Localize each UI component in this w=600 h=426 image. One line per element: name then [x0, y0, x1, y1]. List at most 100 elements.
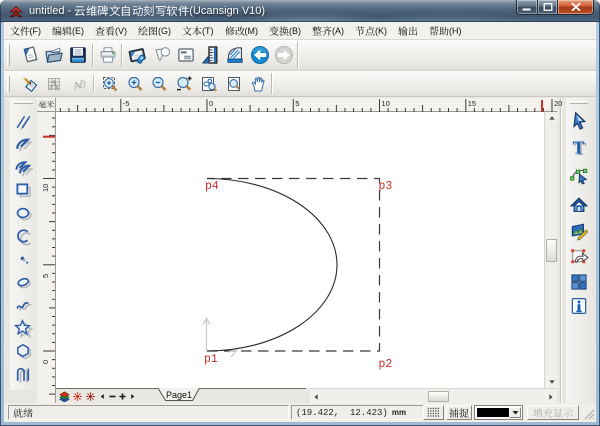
page-tab-label[interactable]: Page1	[159, 390, 199, 400]
add-page-button[interactable]	[117, 390, 127, 403]
arc-start-tool-button[interactable]	[12, 133, 36, 155]
ellipse-tool-button[interactable]	[12, 202, 36, 224]
menu-shortcut: (G)	[158, 26, 171, 36]
menu-整齐[interactable]: (A)	[307, 23, 350, 39]
grid-toggle-button[interactable]	[423, 405, 444, 420]
horizontal-scrollbar[interactable]	[310, 388, 557, 403]
arc-curve[interactable]	[207, 179, 337, 352]
text-tool-button[interactable]: TT	[567, 137, 591, 159]
zoom-in-button[interactable]	[124, 73, 146, 95]
oblique-ellipse-tool-button[interactable]	[12, 271, 36, 293]
maximize-button[interactable]	[537, 0, 558, 15]
zoom-out-button[interactable]	[148, 73, 170, 95]
dimension-label-button[interactable]	[175, 44, 197, 66]
scroll-right-button[interactable]	[545, 390, 557, 403]
ruler-tool-button[interactable]	[200, 44, 222, 66]
polygon-tool-button[interactable]	[12, 340, 36, 362]
v-scroll-thumb[interactable]	[546, 239, 557, 262]
remove-page-icon-icon	[108, 392, 117, 401]
sun-dark-button[interactable]	[84, 390, 97, 403]
remove-page-button[interactable]	[107, 390, 117, 403]
toolbar-grip[interactable]	[7, 75, 10, 92]
save-floppy-button[interactable]	[67, 44, 89, 66]
menu-输出[interactable]	[393, 23, 424, 39]
point-tool-button[interactable]	[12, 248, 36, 270]
toolbar-grip[interactable]	[570, 101, 588, 104]
node-edit-tool-button[interactable]	[567, 164, 591, 186]
menu-shortcut: (T)	[202, 26, 214, 36]
zoom-page-button[interactable]	[223, 73, 245, 95]
multi-arc-tool-button[interactable]	[12, 156, 36, 178]
menu-修改[interactable]: (M)	[219, 23, 264, 39]
vertical-scrollbar[interactable]	[544, 112, 557, 388]
scroll-down-button[interactable]	[545, 376, 558, 388]
rotate-text-button[interactable]: AB	[68, 73, 90, 95]
snap-button[interactable]	[446, 405, 472, 420]
grid-text-button[interactable]: A	[43, 73, 65, 95]
arc-tool-button[interactable]	[12, 225, 36, 247]
toolbar-grip[interactable]	[14, 101, 33, 104]
line-color-dropdown[interactable]	[474, 405, 523, 420]
menu-编辑[interactable]: (E)	[47, 23, 90, 39]
image-edit-button[interactable]	[567, 220, 591, 242]
pan-hand-button[interactable]	[247, 73, 269, 95]
back-arrow-button[interactable]	[249, 44, 271, 66]
resize-grip[interactable]	[583, 408, 595, 420]
zoom-marquee-button[interactable]	[99, 73, 121, 95]
arrow-left-icon	[314, 394, 318, 400]
zoom-balloon-button[interactable]	[151, 44, 173, 66]
sun-red-button[interactable]	[71, 390, 84, 403]
next-page-button[interactable]	[127, 390, 137, 403]
prev-page-button[interactable]	[97, 390, 107, 403]
menu-变换[interactable]: (B)	[264, 23, 307, 39]
drawing-canvas[interactable]: p1p2p3p4	[56, 112, 544, 388]
grid-icon-icon	[426, 405, 441, 420]
new-document-button[interactable]	[20, 44, 42, 66]
layers-button[interactable]	[58, 390, 71, 403]
zoom-minus-plus-button[interactable]	[173, 73, 195, 95]
minimize-button[interactable]	[516, 0, 538, 15]
menu-文件[interactable]: (F)	[4, 23, 47, 39]
close-button[interactable]	[557, 0, 594, 15]
protractor-tool-button[interactable]	[224, 44, 246, 66]
oblique-ellipse-tool-icon	[14, 273, 33, 292]
select-tool-button[interactable]	[567, 110, 591, 132]
grid-text-icon: A	[45, 75, 63, 93]
home-view-button[interactable]	[567, 194, 591, 216]
cjk-text	[10, 26, 30, 36]
line-tool-button[interactable]	[12, 110, 36, 132]
menu-绘图[interactable]: (G)	[133, 23, 177, 39]
layers-icon-icon	[59, 391, 70, 402]
menu-文本[interactable]: (T)	[177, 23, 220, 39]
menu-节点[interactable]: (K)	[350, 23, 393, 39]
rectangle-tool-icon	[14, 181, 33, 200]
export-object-button[interactable]	[567, 246, 591, 268]
cjk-text	[269, 26, 289, 36]
path-text-tool-button[interactable]	[12, 363, 36, 385]
blocks-view-button[interactable]	[567, 271, 591, 293]
zoom-object-button[interactable]	[198, 73, 220, 95]
star-tool-button[interactable]	[12, 317, 36, 339]
open-folder-button[interactable]	[43, 44, 65, 66]
info-view-button[interactable]	[567, 295, 591, 317]
spline-tool-button[interactable]	[12, 294, 36, 316]
text-tool-icon: TT	[569, 138, 589, 158]
design-check-button[interactable]	[20, 73, 42, 95]
menu-帮助[interactable]: (H)	[424, 23, 468, 39]
print-button[interactable]	[97, 44, 119, 66]
h-scroll-thumb[interactable]	[428, 391, 449, 402]
scroll-up-button[interactable]	[545, 112, 558, 124]
toolbar-grip[interactable]	[7, 44, 10, 66]
page-tab[interactable]: Page1	[158, 389, 200, 403]
menu-查看[interactable]: (V)	[90, 23, 133, 39]
dropdown-arrow-button[interactable]	[509, 407, 521, 418]
rectangle-tool-button[interactable]	[12, 179, 36, 201]
h-ruler-label: 20	[554, 99, 562, 108]
point-label-p4: p4	[205, 180, 219, 193]
send-design-button[interactable]	[126, 44, 148, 66]
minimize-icon	[522, 3, 533, 12]
fill-display-button[interactable]	[527, 405, 579, 420]
forward-arrow-button[interactable]	[273, 44, 295, 66]
scroll-left-button[interactable]	[310, 390, 322, 403]
save-floppy-icon	[68, 45, 88, 65]
